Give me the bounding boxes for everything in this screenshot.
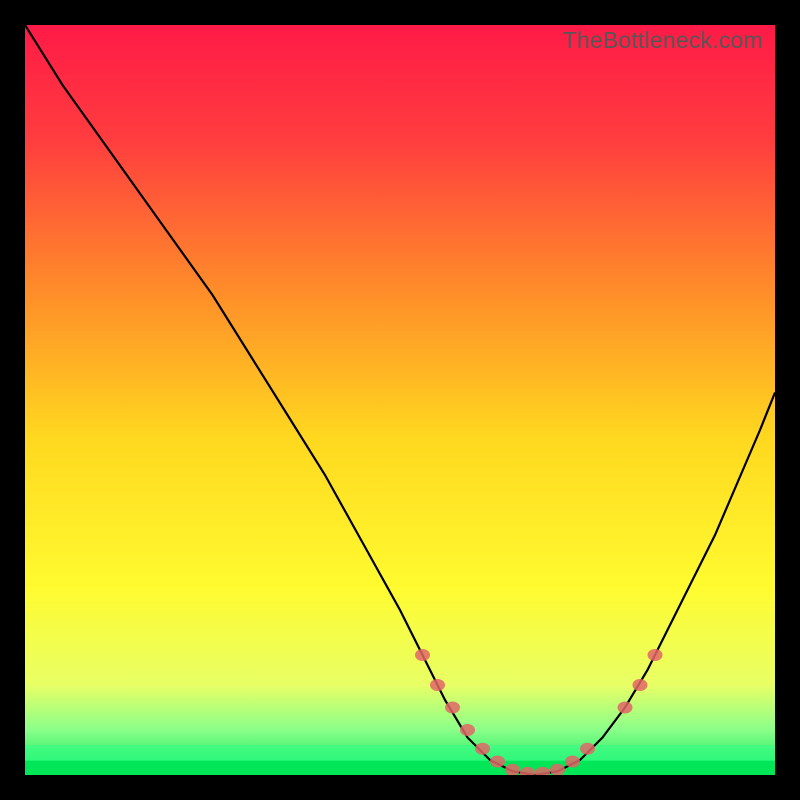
chart-plot (25, 25, 775, 775)
marker-dot (415, 649, 430, 661)
marker-dot (648, 649, 663, 661)
chart-frame: TheBottleneck.com (25, 25, 775, 775)
marker-dot (490, 756, 505, 768)
marker-dot (475, 743, 490, 755)
marker-dot (460, 724, 475, 736)
marker-dot (565, 756, 580, 768)
gradient-background (25, 25, 775, 775)
green-glow (25, 745, 775, 761)
marker-dot (430, 679, 445, 691)
marker-dot (580, 743, 595, 755)
watermark-text: TheBottleneck.com (563, 27, 763, 54)
green-baseline (25, 760, 775, 775)
marker-dot (445, 702, 460, 714)
marker-dot (618, 702, 633, 714)
marker-dot (633, 679, 648, 691)
